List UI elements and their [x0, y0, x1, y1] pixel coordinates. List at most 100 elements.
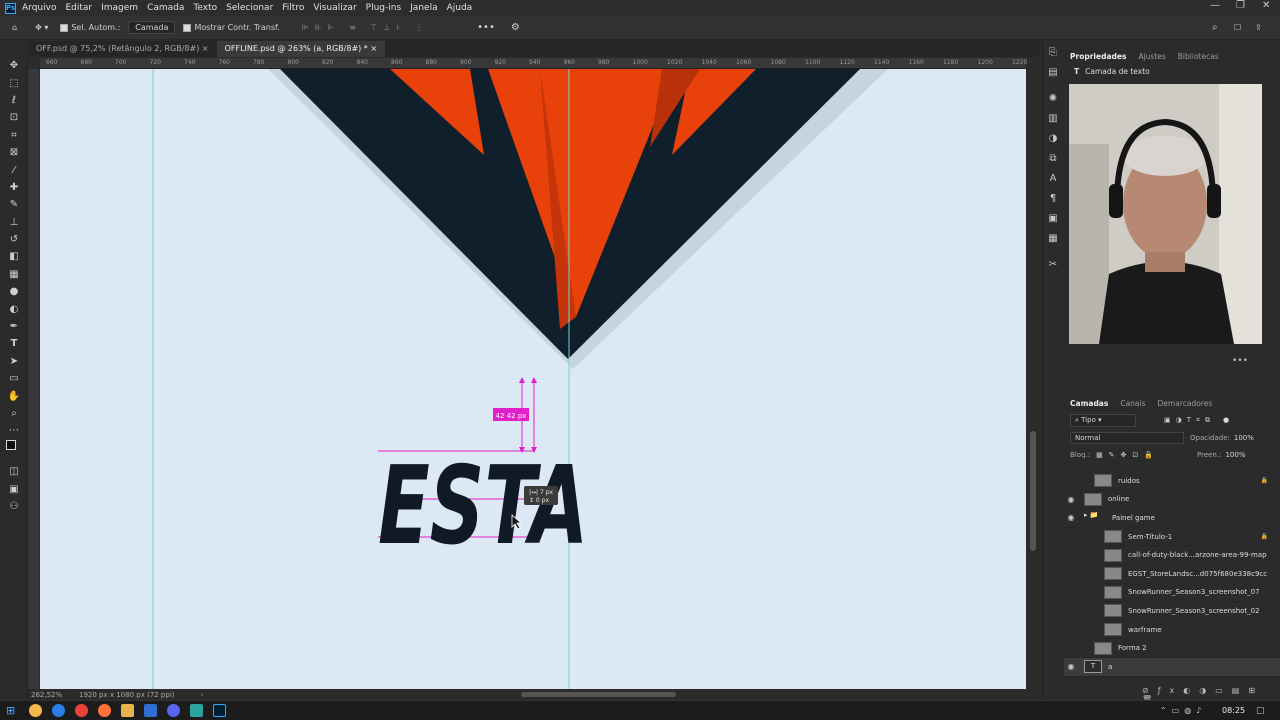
- adjustments-icon[interactable]: ◑: [1043, 129, 1063, 147]
- quick-mask-icon[interactable]: ◫: [0, 463, 28, 480]
- healing-brush-icon[interactable]: ✚: [0, 179, 28, 196]
- taskbar-folder-icon[interactable]: [121, 704, 135, 717]
- taskbar-chrome-icon[interactable]: [75, 704, 89, 717]
- share-icon[interactable]: ⇪: [1255, 23, 1262, 32]
- auto-select-checkbox[interactable]: Sel. Autom.:: [60, 23, 120, 32]
- tab-propriedades[interactable]: Propriedades: [1070, 52, 1126, 61]
- notifications-icon[interactable]: ▢: [1256, 706, 1265, 716]
- history-brush-icon[interactable]: ↺: [0, 231, 28, 248]
- menu-selecionar[interactable]: Selecionar: [226, 3, 273, 13]
- menu-plugins[interactable]: Plug-ins: [366, 3, 402, 13]
- properties-more-icon[interactable]: •••: [1232, 356, 1248, 366]
- auto-select-target-dropdown[interactable]: Camada: [128, 21, 176, 34]
- show-transform-checkbox[interactable]: Mostrar Contr. Transf.: [183, 23, 280, 32]
- menu-ajuda[interactable]: Ajuda: [447, 3, 473, 13]
- tab-offline-psd[interactable]: OFFLINE.psd @ 263% (a, RGB/8#) * ×: [216, 41, 386, 57]
- gradient-tool-icon[interactable]: ▦: [0, 266, 28, 283]
- document-canvas[interactable]: 42 42 px ESTA |↔| 7 px ↕ 0 px: [40, 69, 1026, 689]
- taskbar-discord-icon[interactable]: [167, 704, 181, 717]
- tab-bibliotecas[interactable]: Bibliotecas: [1178, 52, 1219, 61]
- taskbar-firefox-icon[interactable]: [98, 704, 112, 717]
- minimize-icon[interactable]: —: [1210, 0, 1220, 11]
- menu-filtro[interactable]: Filtro: [282, 3, 304, 13]
- glyphs-icon[interactable]: ▣: [1043, 209, 1063, 227]
- history-icon[interactable]: ⎘: [1043, 43, 1063, 61]
- layer-row[interactable]: Forma 2: [1064, 639, 1280, 658]
- close-tab-icon[interactable]: ×: [370, 44, 377, 53]
- layer-row[interactable]: ◉ ▸ 📁 Painel game: [1064, 509, 1280, 528]
- dodge-tool-icon[interactable]: ◐: [0, 300, 28, 317]
- vertical-scrollbar[interactable]: [1027, 69, 1039, 689]
- taskbar-photoshop-icon[interactable]: [213, 704, 227, 717]
- maximize-icon[interactable]: ❐: [1236, 0, 1245, 11]
- layer-row[interactable]: Sem-Título-1 🔒: [1064, 528, 1280, 547]
- close-tab-icon[interactable]: ×: [202, 44, 209, 53]
- character-icon[interactable]: A: [1043, 169, 1063, 187]
- screen-mode-icon[interactable]: ▣: [0, 480, 28, 497]
- settings-gear-icon[interactable]: ⚙: [511, 22, 520, 33]
- status-chevron-icon[interactable]: ›: [201, 691, 204, 699]
- marquee-tool-icon[interactable]: ⬚: [0, 74, 28, 91]
- layer-comps-icon[interactable]: ⧉: [1043, 149, 1063, 167]
- layer-row[interactable]: ◉ Ta: [1064, 657, 1280, 677]
- layer-row[interactable]: SnowRunner_Season3_screenshot_02: [1064, 602, 1280, 621]
- menu-editar[interactable]: Editar: [65, 3, 92, 13]
- menu-camada[interactable]: Camada: [147, 3, 184, 13]
- taskbar-clock[interactable]: 08:25: [1222, 706, 1245, 715]
- layer-row[interactable]: SnowRunner_Season3_screenshot_07: [1064, 584, 1280, 603]
- eraser-tool-icon[interactable]: ◧: [0, 248, 28, 265]
- filter-toggle-icon[interactable]: ●: [1223, 416, 1229, 424]
- taskbar-app-icon-3[interactable]: [190, 704, 204, 717]
- pen-tool-icon[interactable]: ✒: [0, 318, 28, 335]
- frame-tool-icon[interactable]: ⊠: [0, 144, 28, 161]
- tab-camadas[interactable]: Camadas: [1070, 399, 1108, 408]
- system-tray-icons[interactable]: ⌃▭◍♪: [1160, 706, 1206, 715]
- layer-filter-dropdown[interactable]: ⌕ Tipo ▾: [1070, 413, 1136, 427]
- blur-tool-icon[interactable]: ●: [0, 283, 28, 300]
- zoom-level[interactable]: 262,52%: [31, 691, 71, 699]
- layer-row[interactable]: warframe: [1064, 621, 1280, 640]
- visibility-eye-icon[interactable]: ◉: [1064, 513, 1078, 522]
- paragraph-icon[interactable]: ¶: [1043, 189, 1063, 207]
- tools-preset-icon[interactable]: ✂: [1043, 255, 1063, 273]
- lasso-tool-icon[interactable]: ℓ: [0, 92, 28, 109]
- more-options-icon[interactable]: •••: [477, 22, 495, 33]
- eyedropper-tool-icon[interactable]: ⁄: [0, 161, 28, 178]
- tab-ajustes[interactable]: Ajustes: [1138, 52, 1165, 61]
- type-tool-icon[interactable]: T: [0, 335, 28, 352]
- visibility-eye-icon[interactable]: ◉: [1064, 662, 1078, 671]
- search-icon[interactable]: ⌕: [1212, 22, 1218, 33]
- more-tools-icon[interactable]: ⋯: [0, 422, 28, 439]
- menu-texto[interactable]: Texto: [193, 3, 217, 13]
- lock-icons[interactable]: ▦✎✥⊡🔒: [1096, 451, 1159, 459]
- layer-row[interactable]: ◉ online: [1064, 491, 1280, 510]
- move-tool-icon[interactable]: ✥: [0, 57, 28, 74]
- taskbar-app-icon-2[interactable]: [144, 704, 158, 717]
- path-select-icon[interactable]: ➤: [0, 353, 28, 370]
- zoom-tool-icon[interactable]: ⌕: [0, 405, 28, 422]
- vertical-scroll-thumb[interactable]: [1030, 431, 1036, 551]
- tab-off-psd[interactable]: OFF.psd @ 75,2% (Retângulo 2, RGB/8#) ×: [28, 41, 217, 57]
- home-icon[interactable]: ⌂: [12, 23, 17, 32]
- vertical-ruler[interactable]: [28, 69, 39, 689]
- filter-kind-icons[interactable]: ▣◑T⌗⧉: [1164, 416, 1215, 425]
- histogram-icon[interactable]: ▥: [1043, 109, 1063, 127]
- close-icon[interactable]: ✕: [1262, 0, 1270, 11]
- menu-visualizar[interactable]: Visualizar: [313, 3, 356, 13]
- horizontal-scroll-thumb[interactable]: [521, 692, 676, 697]
- visibility-eye-icon[interactable]: ◉: [1064, 495, 1078, 504]
- taskbar-app-icon-1[interactable]: [29, 704, 43, 717]
- blend-mode-dropdown[interactable]: Normal: [1070, 431, 1184, 444]
- layer-row[interactable]: EGST_StoreLandsc...d075f680e338c9cc: [1064, 565, 1280, 584]
- clone-stamp-icon[interactable]: ⊥: [0, 214, 28, 231]
- align-icons[interactable]: ⊫⊪⊩ ≡ ⊤⊥⊦ ⋮: [302, 23, 429, 32]
- opacity-value[interactable]: 100%: [1234, 434, 1254, 442]
- shape-tool-icon[interactable]: ▭: [0, 370, 28, 387]
- tab-demarcadores[interactable]: Demarcadores: [1158, 399, 1213, 408]
- comments-icon[interactable]: ▤: [1043, 63, 1063, 81]
- navigator-icon[interactable]: ✺: [1043, 89, 1063, 107]
- menu-janela[interactable]: Janela: [410, 3, 437, 13]
- hand-tool-icon[interactable]: ✋: [0, 387, 28, 404]
- move-tool-icon[interactable]: ✥ ▾: [35, 23, 48, 32]
- notes-icon[interactable]: ▦: [1043, 229, 1063, 247]
